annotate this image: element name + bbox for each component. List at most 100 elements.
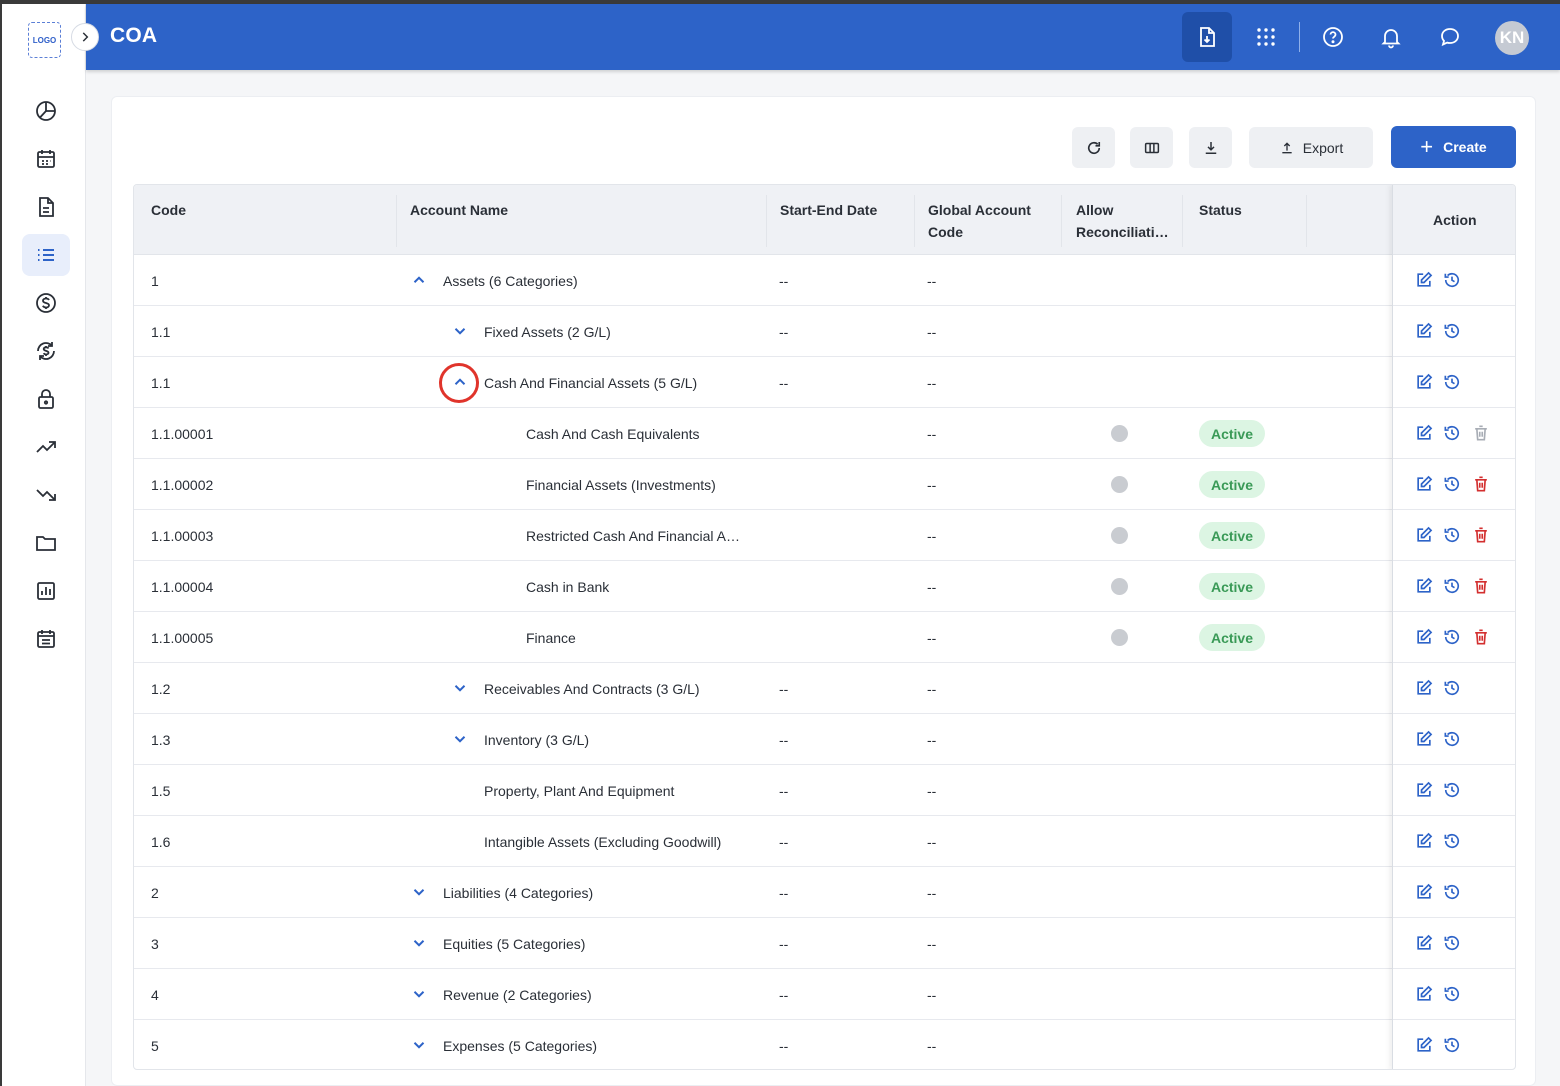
edit-icon[interactable] bbox=[1414, 474, 1434, 494]
edit-icon[interactable] bbox=[1414, 678, 1434, 698]
table-row[interactable]: 1.1.00005 Finance -- Active bbox=[134, 612, 1515, 663]
edit-icon[interactable] bbox=[1414, 933, 1434, 953]
history-icon[interactable] bbox=[1442, 525, 1462, 545]
table-row[interactable]: 1.1 Fixed Assets (2 G/L) -- -- bbox=[134, 306, 1515, 357]
sidebar-item-schedule[interactable] bbox=[22, 618, 70, 660]
edit-icon[interactable] bbox=[1414, 372, 1434, 392]
edit-icon[interactable] bbox=[1414, 321, 1434, 341]
table-row[interactable]: 2 Liabilities (4 Categories) -- -- bbox=[134, 867, 1515, 918]
table-row[interactable]: 5 Expenses (5 Categories) -- -- bbox=[134, 1020, 1515, 1069]
sidebar-item-calendar[interactable] bbox=[22, 138, 70, 180]
table-row[interactable]: 1.1.00002 Financial Assets (Investments) -… bbox=[134, 459, 1515, 510]
expand-chevron-down-icon[interactable] bbox=[451, 322, 469, 340]
user-avatar[interactable]: KN bbox=[1495, 21, 1529, 55]
expand-chevron-down-icon[interactable] bbox=[410, 883, 428, 901]
cell-global-account-code: -- bbox=[927, 731, 937, 748]
history-icon[interactable] bbox=[1442, 780, 1462, 800]
delete-icon[interactable] bbox=[1471, 627, 1491, 647]
table-row[interactable]: 1.1.00003 Restricted Cash And Financial A… bbox=[134, 510, 1515, 561]
history-icon[interactable] bbox=[1442, 678, 1462, 698]
edit-icon[interactable] bbox=[1414, 576, 1434, 596]
sidebar-item-dashboard[interactable] bbox=[22, 90, 70, 132]
expand-chevron-down-icon[interactable] bbox=[410, 985, 428, 1003]
edit-icon[interactable] bbox=[1414, 729, 1434, 749]
edit-icon[interactable] bbox=[1414, 525, 1434, 545]
history-icon[interactable] bbox=[1442, 321, 1462, 341]
apps-button[interactable] bbox=[1241, 12, 1291, 62]
edit-icon[interactable] bbox=[1414, 831, 1434, 851]
table-row[interactable]: 1 Assets (6 Categories) -- -- bbox=[134, 255, 1515, 306]
export-button[interactable]: Export bbox=[1249, 127, 1373, 168]
edit-icon[interactable] bbox=[1414, 1035, 1434, 1055]
history-icon[interactable] bbox=[1442, 831, 1462, 851]
expand-chevron-down-icon[interactable] bbox=[410, 1036, 428, 1054]
edit-icon[interactable] bbox=[1414, 780, 1434, 800]
sidebar-item-expenses[interactable] bbox=[22, 474, 70, 516]
history-icon[interactable] bbox=[1442, 882, 1462, 902]
history-icon[interactable] bbox=[1442, 933, 1462, 953]
import-document-button[interactable] bbox=[1182, 12, 1232, 62]
table-row[interactable]: 1.1.00004 Cash in Bank -- Active bbox=[134, 561, 1515, 612]
reconciliation-toggle[interactable] bbox=[1111, 527, 1128, 544]
help-button[interactable] bbox=[1308, 12, 1358, 62]
trending-down-icon bbox=[36, 489, 56, 501]
sidebar-item-reports[interactable] bbox=[22, 570, 70, 612]
expand-chevron-down-icon[interactable] bbox=[410, 934, 428, 952]
edit-icon[interactable] bbox=[1414, 270, 1434, 290]
cell-global-account-code: -- bbox=[927, 578, 937, 595]
column-header-start-end-date[interactable]: Start-End Date bbox=[780, 199, 877, 221]
column-header-status[interactable]: Status bbox=[1199, 199, 1242, 221]
table-row[interactable]: 1.6 Intangible Assets (Excluding Goodwill… bbox=[134, 816, 1515, 867]
history-icon[interactable] bbox=[1442, 270, 1462, 290]
table-row[interactable]: 1.2 Receivables And Contracts (3 G/L) -- -- bbox=[134, 663, 1515, 714]
column-header-allow-reconciliation[interactable]: Allow Reconciliati… bbox=[1076, 199, 1169, 243]
create-button[interactable]: + Create bbox=[1391, 126, 1516, 168]
table-row[interactable]: 4 Revenue (2 Categories) -- -- bbox=[134, 969, 1515, 1020]
delete-icon[interactable] bbox=[1471, 576, 1491, 596]
reconciliation-toggle[interactable] bbox=[1111, 578, 1128, 595]
reconciliation-toggle[interactable] bbox=[1111, 425, 1128, 442]
column-header-account-name[interactable]: Account Name bbox=[410, 199, 508, 221]
history-icon[interactable] bbox=[1442, 984, 1462, 1004]
table-row[interactable]: 1.3 Inventory (3 G/L) -- -- bbox=[134, 714, 1515, 765]
cell-account-name: Property, Plant And Equipment bbox=[484, 782, 675, 799]
reconciliation-toggle[interactable] bbox=[1111, 476, 1128, 493]
table-row[interactable]: 1.5 Property, Plant And Equipment -- -- bbox=[134, 765, 1515, 816]
sidebar-item-security[interactable] bbox=[22, 378, 70, 420]
expand-chevron-down-icon[interactable] bbox=[451, 679, 469, 697]
history-icon[interactable] bbox=[1442, 1035, 1462, 1055]
sidebar-item-exchange[interactable] bbox=[22, 330, 70, 372]
edit-icon[interactable] bbox=[1414, 984, 1434, 1004]
sidebar-expand-button[interactable] bbox=[71, 23, 99, 51]
edit-icon[interactable] bbox=[1414, 627, 1434, 647]
sidebar-item-income[interactable] bbox=[22, 426, 70, 468]
collapse-chevron-up-icon[interactable] bbox=[410, 271, 428, 289]
expand-chevron-down-icon[interactable] bbox=[451, 730, 469, 748]
cell-account-name: Financial Assets (Investments) bbox=[526, 476, 716, 493]
history-icon[interactable] bbox=[1442, 576, 1462, 596]
sidebar-item-documents[interactable] bbox=[22, 186, 70, 228]
delete-icon[interactable] bbox=[1471, 525, 1491, 545]
table-row[interactable]: 1.1 Cash And Financial Assets (5 G/L) -- -- bbox=[134, 357, 1515, 408]
messages-button[interactable] bbox=[1425, 12, 1475, 62]
edit-icon[interactable] bbox=[1414, 423, 1434, 443]
notifications-button[interactable] bbox=[1366, 12, 1416, 62]
history-icon[interactable] bbox=[1442, 627, 1462, 647]
history-icon[interactable] bbox=[1442, 423, 1462, 443]
history-icon[interactable] bbox=[1442, 474, 1462, 494]
history-icon[interactable] bbox=[1442, 729, 1462, 749]
reconciliation-toggle[interactable] bbox=[1111, 629, 1128, 646]
sidebar-item-coa[interactable] bbox=[22, 234, 70, 276]
download-button[interactable] bbox=[1189, 127, 1232, 168]
table-row[interactable]: 1.1.00001 Cash And Cash Equivalents -- Acti… bbox=[134, 408, 1515, 459]
history-icon[interactable] bbox=[1442, 372, 1462, 392]
columns-button[interactable] bbox=[1130, 127, 1173, 168]
refresh-button[interactable] bbox=[1072, 127, 1115, 168]
column-header-global-account-code[interactable]: Global Account Code bbox=[928, 199, 1031, 243]
edit-icon[interactable] bbox=[1414, 882, 1434, 902]
sidebar-item-finance[interactable] bbox=[22, 282, 70, 324]
sidebar-item-folders[interactable] bbox=[22, 522, 70, 564]
column-header-code[interactable]: Code bbox=[151, 199, 186, 221]
delete-icon[interactable] bbox=[1471, 474, 1491, 494]
table-row[interactable]: 3 Equities (5 Categories) -- -- bbox=[134, 918, 1515, 969]
